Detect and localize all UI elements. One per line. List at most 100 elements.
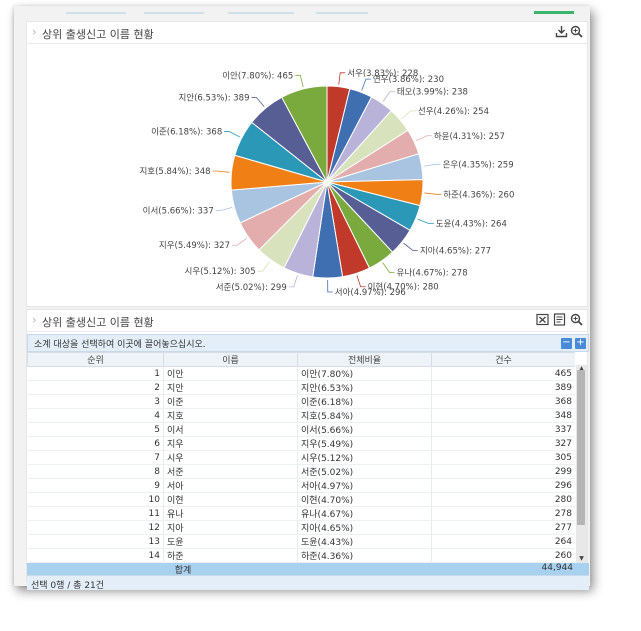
- cell-count[interactable]: 299: [431, 464, 575, 479]
- chevron-right-icon[interactable]: ›: [32, 25, 37, 39]
- collapse-button[interactable]: −: [561, 338, 572, 349]
- cell-name[interactable]: 이서: [163, 422, 298, 437]
- cell-name[interactable]: 지우: [163, 436, 298, 451]
- scroll-thumb[interactable]: [577, 370, 585, 525]
- cell-rank[interactable]: 14: [27, 548, 164, 563]
- cell-count[interactable]: 260: [431, 548, 575, 563]
- top-tab[interactable]: [316, 12, 368, 14]
- cell-ratio[interactable]: 하준(4.36%): [297, 548, 432, 563]
- download-icon[interactable]: [554, 25, 568, 39]
- cell-ratio[interactable]: 지호(5.84%): [297, 408, 432, 423]
- cell-count[interactable]: 280: [431, 492, 575, 507]
- grid-scrollbar[interactable]: ▲ ▼: [576, 365, 587, 563]
- cell-ratio[interactable]: 지우(5.49%): [297, 436, 432, 451]
- cell-count[interactable]: 389: [431, 380, 575, 395]
- cell-rank[interactable]: 13: [27, 534, 164, 549]
- cell-count[interactable]: 277: [431, 520, 575, 535]
- cell-name[interactable]: 서준: [163, 464, 298, 479]
- cell-ratio[interactable]: 서아(4.97%): [297, 478, 432, 493]
- cell-name[interactable]: 이안: [163, 366, 298, 381]
- column-header-ratio[interactable]: 전체비율: [297, 352, 432, 367]
- table-row[interactable]: 8 서준 서준(5.02%) 299: [27, 464, 575, 479]
- cell-count[interactable]: 368: [431, 394, 575, 409]
- cell-ratio[interactable]: 서준(5.02%): [297, 464, 432, 479]
- column-header-name[interactable]: 이름: [163, 352, 298, 367]
- table-row[interactable]: 2 지안 지안(6.53%) 389: [27, 380, 575, 395]
- table-row[interactable]: 12 지아 지아(4.65%) 277: [27, 520, 575, 535]
- cell-rank[interactable]: 8: [27, 464, 164, 479]
- pie-leader-line: [403, 242, 418, 252]
- table-row[interactable]: 4 지호 지호(5.84%) 348: [27, 408, 575, 423]
- cell-ratio[interactable]: 도윤(4.43%): [297, 534, 432, 549]
- cell-name[interactable]: 지안: [163, 380, 298, 395]
- table-row[interactable]: 11 유나 유나(4.67%) 278: [27, 506, 575, 521]
- table-row[interactable]: 7 시우 시우(5.12%) 305: [27, 450, 575, 465]
- cell-count[interactable]: 348: [431, 408, 575, 423]
- cell-name[interactable]: 시우: [163, 450, 298, 465]
- top-tab[interactable]: [228, 12, 294, 14]
- cell-count[interactable]: 327: [431, 436, 575, 451]
- cell-count[interactable]: 296: [431, 478, 575, 493]
- cell-rank[interactable]: 10: [27, 492, 164, 507]
- top-tab[interactable]: [66, 12, 126, 14]
- cell-rank[interactable]: 5: [27, 422, 164, 437]
- cell-rank[interactable]: 7: [27, 450, 164, 465]
- cell-count[interactable]: 337: [431, 422, 575, 437]
- cell-rank[interactable]: 3: [27, 394, 164, 409]
- cell-ratio[interactable]: 이안(7.80%): [297, 366, 432, 381]
- table-row[interactable]: 1 이안 이안(7.80%) 465: [27, 366, 575, 381]
- zoom-icon[interactable]: [569, 25, 583, 39]
- cell-name[interactable]: 하준: [163, 548, 298, 563]
- cell-rank[interactable]: 12: [27, 520, 164, 535]
- top-tab-active[interactable]: [534, 11, 574, 14]
- cell-name[interactable]: 이준: [163, 394, 298, 409]
- pie-slice-label: 지안(6.53%): 389: [178, 93, 249, 104]
- cell-ratio[interactable]: 시우(5.12%): [297, 450, 432, 465]
- cell-count[interactable]: 264: [431, 534, 575, 549]
- cell-name[interactable]: 도윤: [163, 534, 298, 549]
- table-row[interactable]: 5 이서 이서(5.66%) 337: [27, 422, 575, 437]
- print-icon[interactable]: [552, 313, 566, 327]
- chevron-right-icon[interactable]: ›: [32, 313, 37, 327]
- cell-rank[interactable]: 9: [27, 478, 164, 493]
- cell-ratio[interactable]: 지아(4.65%): [297, 520, 432, 535]
- total-value: 44,944: [541, 563, 574, 573]
- cell-name[interactable]: 유나: [163, 506, 298, 521]
- pie-slice-label: 하준(4.36%): 260: [443, 189, 514, 200]
- cell-count[interactable]: 465: [431, 366, 575, 381]
- table-row[interactable]: 14 하준 하준(4.36%) 260: [27, 548, 575, 563]
- table-row[interactable]: 10 이현 이현(4.70%) 280: [27, 492, 575, 507]
- cell-ratio[interactable]: 이서(5.66%): [297, 422, 432, 437]
- cell-ratio[interactable]: 이준(6.18%): [297, 394, 432, 409]
- group-drop-area[interactable]: 소계 대상을 선택하여 이곳에 끌어놓으십시오. − +: [27, 334, 589, 352]
- scroll-down-arrow-icon[interactable]: ▼: [576, 555, 587, 563]
- table-row[interactable]: 9 서아 서아(4.97%) 296: [27, 478, 575, 493]
- cell-ratio[interactable]: 지안(6.53%): [297, 380, 432, 395]
- cell-rank[interactable]: 1: [27, 366, 164, 381]
- report-window: › 상위 출생신고 이름 현황 서우(3.83%): 228 연우(3.86%):…: [14, 6, 590, 591]
- cell-name[interactable]: 이현: [163, 492, 298, 507]
- cell-rank[interactable]: 4: [27, 408, 164, 423]
- cell-name[interactable]: 서아: [163, 478, 298, 493]
- expand-button[interactable]: +: [575, 338, 586, 349]
- cell-ratio[interactable]: 이현(4.70%): [297, 492, 432, 507]
- excel-export-icon[interactable]: [535, 313, 549, 327]
- table-row[interactable]: 13 도윤 도윤(4.43%) 264: [27, 534, 575, 549]
- cell-count[interactable]: 305: [431, 450, 575, 465]
- pie-slice-label: 유나(4.67%): 278: [397, 268, 468, 278]
- column-header-count[interactable]: 건수: [431, 352, 575, 367]
- column-header-rank[interactable]: 순위: [27, 352, 164, 367]
- cell-name[interactable]: 지아: [163, 520, 298, 535]
- pie-slice-label: 지아(4.65%): 277: [420, 246, 491, 257]
- cell-count[interactable]: 278: [431, 506, 575, 521]
- cell-name[interactable]: 지호: [163, 408, 298, 423]
- top-tab[interactable]: [144, 12, 204, 14]
- zoom-icon[interactable]: [569, 313, 583, 327]
- table-row[interactable]: 6 지우 지우(5.49%) 327: [27, 436, 575, 451]
- cell-rank[interactable]: 2: [27, 380, 164, 395]
- cell-rank[interactable]: 11: [27, 506, 164, 521]
- cell-ratio[interactable]: 유나(4.67%): [297, 506, 432, 521]
- cell-rank[interactable]: 6: [27, 436, 164, 451]
- table-row[interactable]: 3 이준 이준(6.18%) 368: [27, 394, 575, 409]
- pie-leader-line: [361, 78, 371, 91]
